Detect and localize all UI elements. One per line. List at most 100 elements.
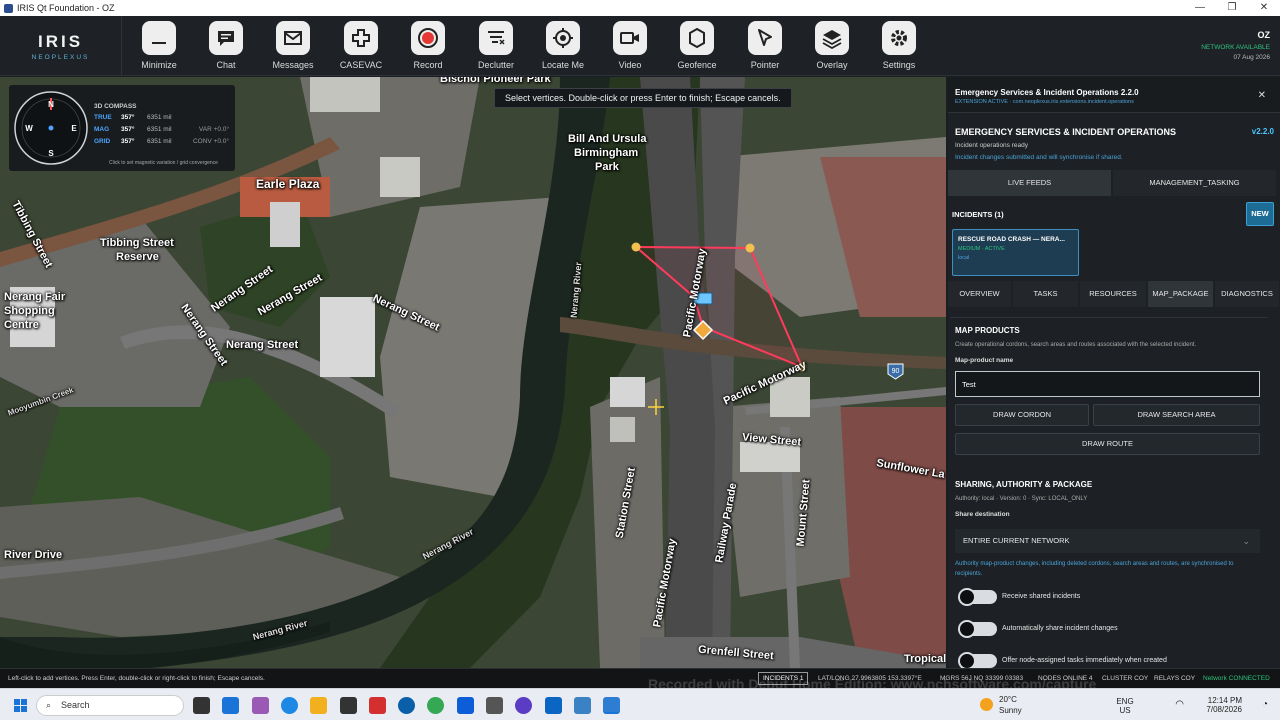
map-products-title: MAP PRODUCTS: [955, 326, 1020, 335]
app-icon[interactable]: [486, 697, 503, 714]
chat-icon: [209, 21, 243, 55]
overlay-button[interactable]: Overlay: [804, 20, 860, 74]
tab-resources[interactable]: RESOURCES: [1080, 281, 1147, 307]
window-title: IRIS Qt Foundation - OZ: [17, 3, 115, 13]
compass-row-mag: MAG 357° 6351 mil VAR +0.0°: [94, 126, 229, 133]
draw-route-button[interactable]: DRAW ROUTE: [955, 433, 1260, 455]
messages-button[interactable]: Messages: [265, 20, 321, 74]
overlay-label: Overlay: [816, 60, 848, 70]
iris-app-icon[interactable]: [603, 697, 620, 714]
settings-button[interactable]: Settings: [871, 20, 927, 74]
linkedin-icon[interactable]: [545, 697, 562, 714]
panel-header-subtitle: EXTENSION ACTIVE · com.neoplexus.iris.ex…: [955, 99, 1134, 105]
extension-sync-note: Incident changes submitted and will sync…: [955, 154, 1123, 161]
vertex-handle[interactable]: [631, 242, 641, 252]
tab-overview[interactable]: OVERVIEW: [948, 281, 1012, 307]
settings-label: Settings: [882, 60, 916, 70]
geofence-button[interactable]: Geofence: [669, 20, 725, 74]
sun-icon: [980, 698, 993, 711]
window-minimize-button[interactable]: —: [1184, 0, 1216, 16]
crosshair-icon: [546, 21, 580, 55]
notification-bell-icon[interactable]: ◔: [1262, 699, 1268, 710]
compass-west: W: [25, 124, 33, 133]
compass-dial-icon: N E S W: [14, 91, 88, 165]
compass-panel[interactable]: N E S W 3D COMPASS TRUE 357° 6351 mil MAG 3…: [9, 85, 235, 171]
share-destination-select[interactable]: ENTIRE CURRENT NETWORK ⌄: [955, 529, 1260, 553]
tab-map-package[interactable]: MAP_PACKAGE: [1148, 281, 1214, 307]
file-explorer-icon[interactable]: [310, 697, 327, 714]
minimize-icon: [142, 21, 176, 55]
chat-button[interactable]: Chat: [198, 20, 254, 74]
app-icon: [4, 3, 13, 13]
pointer-button[interactable]: Pointer: [737, 20, 793, 74]
panel-close-icon[interactable]: ✕: [1258, 90, 1266, 101]
casevac-button[interactable]: CASEVAC: [333, 20, 389, 74]
new-incident-button[interactable]: NEW: [1246, 202, 1274, 226]
copilot-icon[interactable]: [252, 697, 269, 714]
share-destination-value: ENTIRE CURRENT NETWORK: [963, 536, 1070, 545]
vertex-handle[interactable]: [745, 243, 755, 253]
incidents-title: INCIDENTS (1): [952, 210, 1004, 219]
record-icon: [411, 21, 445, 55]
tab-live-feeds[interactable]: LIVE FEEDS: [948, 170, 1111, 196]
locate-me-label: Locate Me: [541, 60, 585, 70]
network-wifi-icon[interactable]: ◠: [1175, 699, 1184, 710]
geofence-icon: [680, 21, 714, 55]
os-taskbar: ⌕ Search 20°C Sunny ENG US ◠ 12:14 PM 7/0…: [0, 688, 1280, 720]
taskbar-search[interactable]: ⌕ Search: [36, 695, 184, 716]
map-label: Tibbing Street: [100, 237, 174, 249]
chrome-icon[interactable]: [427, 697, 444, 714]
word-icon[interactable]: [457, 697, 474, 714]
outlook-icon[interactable]: [222, 697, 239, 714]
gear-icon: [882, 21, 916, 55]
search-icon: ⌕: [46, 700, 52, 710]
app-icon[interactable]: [369, 697, 386, 714]
medical-cross-icon: [344, 21, 378, 55]
windows-start-icon[interactable]: [14, 699, 27, 712]
status-hint: Left-click to add vertices. Press Enter,…: [8, 675, 265, 682]
tab-management-tasking[interactable]: MANAGEMENT_TASKING: [1113, 170, 1276, 196]
map-label: Earle Plaza: [256, 177, 320, 191]
session-user: OZ: [1257, 30, 1271, 40]
extension-header: EMERGENCY SERVICES & INCIDENT OPERATIONS…: [948, 115, 1280, 169]
app-icon[interactable]: [515, 697, 532, 714]
edge-icon[interactable]: [281, 697, 298, 714]
minimize-button[interactable]: Minimize: [131, 20, 187, 74]
cluster-status: CLUSTER COY: [1102, 675, 1149, 682]
pointer-icon: [748, 21, 782, 55]
map-label: Birmingham: [574, 147, 639, 159]
clock-time: 12:14 PM: [1207, 696, 1242, 705]
language-indicator[interactable]: ENG US: [1110, 697, 1140, 715]
record-button[interactable]: Record: [400, 20, 456, 74]
map-products-desc: Create operational cordons, search areas…: [955, 342, 1197, 348]
map-product-name-input[interactable]: [955, 371, 1260, 397]
locate-me-button[interactable]: Locate Me: [535, 20, 591, 74]
mail-icon: [276, 21, 310, 55]
draw-search-area-button[interactable]: DRAW SEARCH AREA: [1093, 404, 1260, 426]
clock[interactable]: 12:14 PM 7/08/2026: [1190, 696, 1242, 714]
window-maximize-button[interactable]: ❐: [1216, 0, 1248, 16]
map-view[interactable]: 90 Bischof Pioneer Park Bill And Ursula …: [0, 77, 946, 668]
compass-east: E: [71, 124, 77, 133]
tab-diagnostics[interactable]: DIAGNOSTICS: [1215, 281, 1280, 307]
toggle-label: Receive shared incidents: [1002, 593, 1081, 600]
sharing-authority: Authority: local · Version: 0 · Sync: LO…: [955, 496, 1088, 502]
declutter-button[interactable]: Declutter: [468, 20, 524, 74]
taskview-icon[interactable]: [193, 697, 210, 714]
incident-card[interactable]: RESCUE ROAD CRASH — NERA... MEDIUM · ACT…: [952, 229, 1079, 276]
draw-cordon-button[interactable]: DRAW CORDON: [955, 404, 1089, 426]
store-icon[interactable]: [340, 697, 357, 714]
share-destination-label: Share destination: [955, 511, 1010, 518]
map-product-name-label: Map-product name: [955, 357, 1014, 364]
video-button[interactable]: Video: [602, 20, 658, 74]
layers-icon: [815, 21, 849, 55]
window-close-button[interactable]: ✕: [1248, 0, 1280, 16]
extension-status: Incident operations ready: [955, 142, 1028, 149]
map-label: Nerang Fair: [4, 291, 66, 303]
dell-icon[interactable]: [398, 697, 415, 714]
tab-tasks[interactable]: TASKS: [1013, 281, 1079, 307]
route-shield-label: 90: [892, 368, 900, 375]
chat-label: Chat: [216, 60, 236, 70]
app-icon[interactable]: [574, 697, 591, 714]
compass-row-grid: GRID 357° 6351 mil CONV +0.0°: [94, 138, 229, 145]
